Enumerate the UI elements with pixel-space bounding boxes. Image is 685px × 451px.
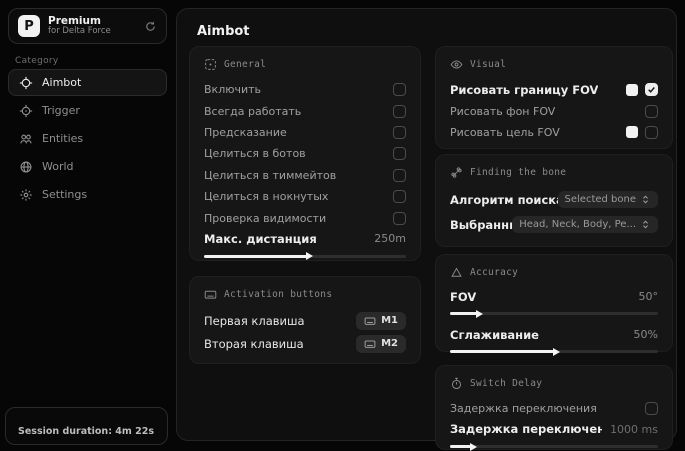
setting-row: Целиться в нокнутых	[204, 186, 406, 207]
refresh-icon[interactable]	[144, 20, 157, 33]
checkbox[interactable]	[393, 104, 406, 118]
card-title: Switch Delay	[470, 378, 543, 389]
sidebar-item-label: Entities	[42, 132, 84, 145]
accuracy-card: Accuracy FOV 50° Сглаживание 50%	[435, 254, 673, 356]
sidebar-item-label: Aimbot	[42, 76, 82, 89]
page-title: Aimbot	[197, 24, 250, 39]
entities-icon	[19, 132, 33, 146]
fov-row: FOV 50°	[450, 289, 659, 304]
setting-row: Рисовать границу FOV	[450, 79, 658, 100]
checkbox[interactable]	[393, 147, 406, 161]
checkbox[interactable]	[393, 125, 406, 139]
setting-row: Выбранные кос Head, Neck, Body, Pe...	[450, 212, 658, 237]
globe-icon	[19, 160, 33, 174]
checkbox[interactable]	[645, 83, 658, 97]
delta-icon	[450, 266, 463, 279]
max-distance-row: Макс. дистанция 250m	[204, 231, 406, 246]
category-label: Category	[15, 56, 59, 66]
checkbox[interactable]	[645, 104, 658, 118]
setting-row: Предсказание	[204, 122, 406, 143]
keybind-row: Первая клавиша M1	[204, 309, 406, 332]
keybind-button-2[interactable]: M2	[356, 334, 406, 353]
setting-row: Проверка видимости	[204, 207, 406, 228]
checkbox[interactable]	[393, 83, 406, 97]
switch-delay-value: 1000 ms	[610, 422, 658, 436]
checkbox[interactable]	[393, 168, 406, 182]
card-title: Accuracy	[470, 267, 519, 278]
setting-row: Целиться в тиммейтов	[204, 165, 406, 186]
color-swatch[interactable]	[626, 126, 638, 139]
slider-thumb[interactable]	[469, 442, 477, 451]
unfold-icon	[640, 194, 651, 205]
setting-row: Рисовать цель FOV	[450, 122, 658, 143]
scan-icon	[204, 58, 217, 71]
slider-thumb[interactable]	[306, 252, 314, 261]
keyboard-icon	[364, 315, 376, 327]
sidebar-nav: Aimbot Trigger Entities World Settings	[8, 69, 167, 208]
keyboard-icon	[204, 288, 217, 301]
session-card: Session duration: 4m 22s	[5, 407, 168, 445]
checkbox[interactable]	[645, 125, 658, 139]
max-distance-value: 250m	[374, 232, 406, 246]
trigger-icon	[19, 104, 33, 118]
switch-delay-toggle-row: Задержка переключения	[450, 398, 658, 419]
keyboard-icon	[364, 338, 376, 350]
card-title: Finding the bone	[470, 167, 567, 178]
brand-subtitle: for Delta Force	[48, 26, 111, 37]
main-panel: Aimbot General Включить Всегда работать …	[176, 8, 677, 451]
keybind-button-1[interactable]: M1	[356, 311, 406, 330]
session-duration: Session duration: 4m 22s	[18, 426, 154, 437]
smoothing-slider[interactable]	[450, 347, 658, 356]
eye-icon	[450, 58, 463, 71]
premium-card: P Premium for Delta Force	[8, 8, 167, 44]
smoothing-row: Сглаживание 50%	[450, 327, 658, 342]
keybind-row: Вторая клавиша M2	[204, 332, 406, 355]
bone-algorithm-select[interactable]: Selected bone	[557, 191, 658, 208]
switch-delay-ms-row: Задержка переключения (мс) 1000 ms	[450, 422, 658, 437]
smoothing-value: 50%	[633, 328, 658, 341]
switch-delay-card: Switch Delay Задержка переключения Задер…	[435, 365, 673, 451]
slider-thumb[interactable]	[553, 347, 560, 356]
sidebar-item-settings[interactable]: Settings	[8, 181, 167, 208]
setting-row: Алгоритм поиска кост Selected bone	[450, 187, 658, 212]
checkbox[interactable]	[393, 190, 406, 204]
sidebar-item-world[interactable]: World	[8, 153, 167, 180]
card-title: Activation buttons	[224, 289, 333, 300]
setting-row: Рисовать фон FOV	[450, 100, 658, 121]
fov-slider[interactable]	[450, 309, 658, 318]
setting-row: Включить	[204, 79, 406, 100]
timer-icon	[450, 377, 463, 390]
checkbox[interactable]	[393, 211, 406, 225]
selected-bones-select[interactable]: Head, Neck, Body, Pe...	[512, 216, 658, 233]
app-logo: P	[18, 15, 40, 37]
bone-icon	[450, 166, 463, 179]
max-distance-slider[interactable]	[204, 252, 406, 261]
activation-card: Activation buttons Первая клавиша M1 Вто…	[189, 276, 421, 364]
sidebar-item-aimbot[interactable]: Aimbot	[8, 69, 167, 96]
card-title: Visual	[470, 59, 507, 70]
sidebar-item-label: Trigger	[42, 104, 80, 117]
bone-card: Finding the bone Алгоритм поиска кост Se…	[435, 154, 673, 247]
gear-icon	[19, 188, 33, 202]
setting-row: Всегда работать	[204, 100, 406, 121]
slider-thumb[interactable]	[476, 309, 484, 318]
visual-card: Visual Рисовать границу FOV Рисовать фон…	[435, 46, 673, 149]
unfold-icon	[640, 219, 651, 230]
switch-delay-slider[interactable]	[450, 442, 658, 451]
setting-row: Целиться в ботов	[204, 143, 406, 164]
sidebar-item-label: World	[42, 160, 74, 173]
general-card: General Включить Всегда работать Предска…	[189, 46, 421, 261]
fov-value: 50°	[638, 290, 659, 303]
sidebar-item-entities[interactable]: Entities	[8, 125, 167, 152]
card-title: General	[224, 59, 267, 70]
sidebar-item-trigger[interactable]: Trigger	[8, 97, 167, 124]
checkbox[interactable]	[645, 402, 658, 416]
color-swatch[interactable]	[626, 83, 638, 96]
crosshair-icon	[19, 76, 33, 90]
sidebar-item-label: Settings	[42, 188, 88, 201]
